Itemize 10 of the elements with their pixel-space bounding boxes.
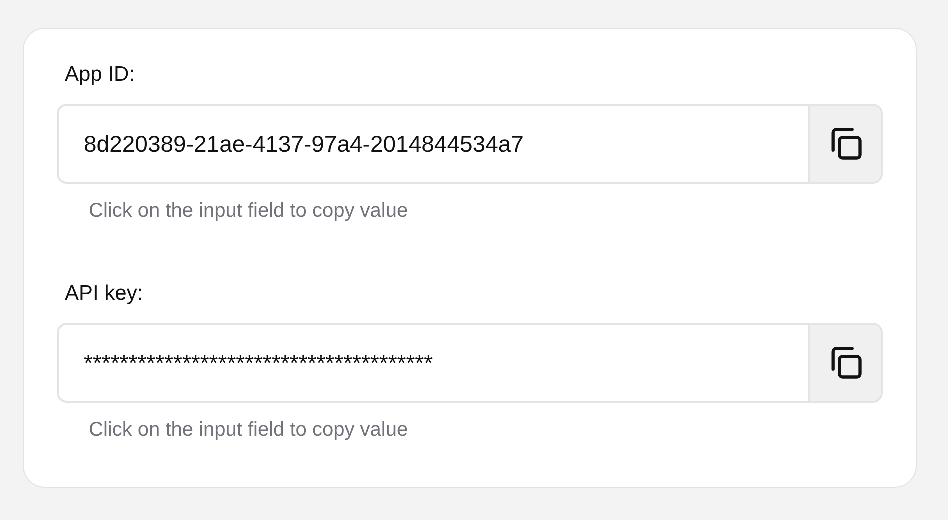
field-label: App ID: [65,62,136,88]
input-field[interactable]: 8d220389-21ae-4137-97a4-2014844534a7 [57,104,883,184]
input-field[interactable]: *************************************** [57,323,883,403]
copy-button[interactable] [808,325,881,401]
field-value: 8d220389-21ae-4137-97a4-2014844534a7 [83,130,525,159]
copy-button[interactable] [808,106,881,182]
helper-text: Click on the input field to copy value [89,199,410,224]
field-value: *************************************** [83,348,434,378]
field-label: API key: [65,281,144,307]
helper-text: Click on the input field to copy value [89,418,410,443]
